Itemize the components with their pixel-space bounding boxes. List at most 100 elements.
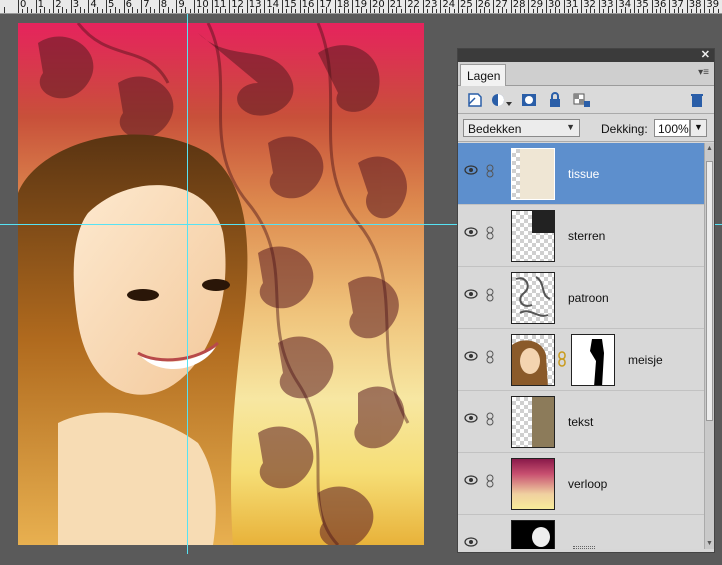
ruler-minor-tick: [585, 9, 587, 13]
ruler-minor-tick: [312, 9, 314, 13]
eye-icon[interactable]: [464, 227, 478, 237]
ruler-minor-tick: [251, 9, 253, 13]
panel-tab-row: Lagen ▾≡: [458, 62, 714, 86]
ruler-major-tick: [387, 0, 389, 13]
ruler-major-tick: [598, 0, 600, 13]
ruler-minor-tick: [453, 9, 455, 13]
ruler-minor-tick: [110, 9, 112, 13]
layer-thumbnail: [511, 520, 555, 549]
ruler-minor-tick: [524, 9, 525, 13]
ruler-minor-tick: [136, 9, 138, 13]
layer-thumbnail: [511, 210, 555, 262]
layer-row-meisje[interactable]: meisje: [458, 329, 704, 391]
close-icon[interactable]: ✕: [701, 48, 710, 61]
ruler-minor-tick: [572, 7, 574, 13]
adjustment-layer-icon[interactable]: [490, 92, 514, 108]
panel-menu-icon[interactable]: ▾≡: [698, 67, 709, 78]
ruler-minor-tick: [224, 9, 226, 13]
link-icon[interactable]: [486, 474, 494, 488]
layer-mask-thumbnail[interactable]: [571, 334, 615, 386]
ruler-minor-tick: [378, 7, 380, 13]
eye-icon[interactable]: [464, 475, 478, 485]
ruler-minor-tick: [92, 9, 94, 13]
horizontal-guide[interactable]: [0, 224, 457, 225]
vertical-guide[interactable]: [187, 14, 188, 554]
ruler-minor-tick: [57, 9, 59, 13]
ruler-minor-tick: [695, 7, 697, 13]
layer-row-sterren[interactable]: sterren: [458, 205, 704, 267]
ruler-minor-tick: [392, 9, 393, 13]
ruler-minor-tick: [642, 7, 644, 13]
ruler-minor-tick: [101, 9, 103, 13]
panel-title-bar[interactable]: ✕: [458, 49, 714, 62]
ruler-minor-tick: [418, 9, 420, 13]
eye-icon[interactable]: [464, 165, 478, 175]
link-icon[interactable]: [486, 350, 494, 364]
link-icon[interactable]: [486, 412, 494, 426]
layers-toolbar: [458, 86, 714, 114]
lock-icon[interactable]: [546, 92, 564, 108]
ruler-minor-tick: [348, 9, 349, 13]
ruler-minor-tick: [471, 9, 473, 13]
eye-icon[interactable]: [464, 289, 478, 299]
ruler-minor-tick: [26, 7, 28, 13]
eye-icon[interactable]: [464, 537, 478, 547]
ruler-major-tick: [616, 0, 618, 13]
document-canvas[interactable]: [18, 23, 424, 545]
eye-icon[interactable]: [464, 413, 478, 423]
opacity-dropdown-button[interactable]: ▼: [690, 119, 707, 137]
new-layer-icon[interactable]: [466, 92, 484, 108]
ruler-minor-tick: [48, 9, 50, 13]
ruler-minor-tick: [620, 9, 622, 13]
link-icon[interactable]: [486, 164, 494, 178]
ruler-minor-tick: [576, 9, 578, 13]
ruler-major-tick: [458, 0, 459, 13]
ruler-minor-tick: [62, 7, 63, 13]
eye-icon[interactable]: [464, 351, 478, 361]
ruler-minor-tick: [114, 7, 116, 13]
top-ruler[interactable]: 0 1 2 3 4 5 6 7 8 9 10 11 12 13 14 15 16 17 18 19 20 21 22 23 24…: [0, 0, 722, 14]
scroll-up-icon[interactable]: ▲: [706, 145, 713, 152]
layer-row-verloop[interactable]: verloop: [458, 453, 704, 515]
link-icon[interactable]: [486, 226, 494, 240]
trash-icon[interactable]: [688, 92, 706, 108]
layer-row-partial[interactable]: [458, 515, 704, 549]
ruler-minor-tick: [207, 9, 209, 13]
layer-row-patroon[interactable]: patroon: [458, 267, 704, 329]
ruler-minor-tick: [180, 9, 182, 13]
layer-row-tekst[interactable]: tekst: [458, 391, 704, 453]
blend-mode-select[interactable]: Bedekken ▼: [463, 119, 580, 137]
ruler-major-tick: [88, 0, 90, 13]
layer-mask-icon[interactable]: [520, 92, 538, 108]
opacity-input[interactable]: 100%: [654, 119, 690, 137]
scroll-down-icon[interactable]: ▼: [706, 540, 713, 547]
ruler-minor-tick: [172, 9, 173, 13]
ruler-major-tick: [581, 0, 583, 13]
ruler-minor-tick: [647, 9, 649, 13]
ruler-minor-tick: [277, 9, 279, 13]
ruler-minor-tick: [625, 7, 627, 13]
tab-layers[interactable]: Lagen: [460, 64, 506, 86]
ruler-major-tick: [299, 0, 301, 13]
scroll-thumb[interactable]: [706, 161, 713, 421]
ruler-minor-tick: [189, 9, 191, 13]
link-icon[interactable]: [486, 288, 494, 302]
layers-list: tissue sterren patroon meisje tekst verl…: [458, 143, 704, 549]
ruler-minor-tick: [260, 9, 261, 13]
layer-thumbnail: [511, 396, 555, 448]
ruler-major-tick: [264, 0, 266, 13]
ruler-minor-tick: [22, 9, 24, 13]
layers-scrollbar[interactable]: ▲ ▼: [704, 143, 714, 549]
ruler-minor-tick: [664, 9, 666, 13]
ruler-minor-tick: [568, 9, 569, 13]
ruler-major-tick: [475, 0, 477, 13]
opacity-label: Dekking:: [601, 122, 648, 136]
layer-name: meisje: [628, 353, 663, 367]
lock-transparent-icon[interactable]: [572, 92, 592, 108]
ruler-major-tick: [493, 0, 495, 13]
ruler-major-tick: [317, 0, 319, 13]
ruler-minor-tick: [532, 9, 534, 13]
mask-link-icon[interactable]: [558, 351, 566, 367]
layer-row-tissue[interactable]: tissue: [458, 143, 704, 205]
resize-grip-icon[interactable]: [573, 546, 595, 549]
